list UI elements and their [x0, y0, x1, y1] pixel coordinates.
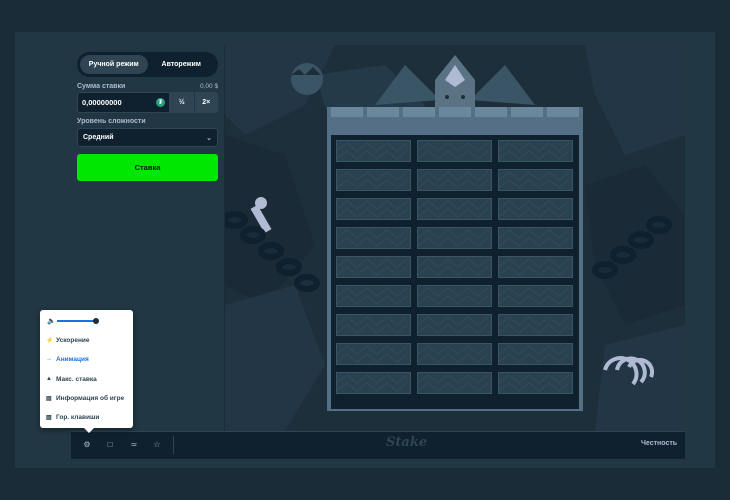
bet-amount-input[interactable]: 0,00000000 ₮ — [77, 92, 170, 113]
mode-toggle: Ручной режим Автоpежим — [77, 52, 218, 77]
tether-coin-icon: ₮ — [156, 98, 165, 107]
tower-tile[interactable] — [336, 198, 411, 220]
tower-tile[interactable] — [417, 256, 492, 278]
tower-tile[interactable] — [498, 198, 573, 220]
difficulty-select[interactable]: Средний ⌄ — [77, 128, 218, 147]
theatre-icon[interactable]: □ — [105, 439, 115, 449]
tower-tile[interactable] — [336, 372, 411, 394]
place-bet-button[interactable]: Ставка — [77, 154, 218, 181]
tower-tile[interactable] — [417, 372, 492, 394]
keyboard-icon: ▧ — [46, 414, 52, 421]
menu-item-hotkeys[interactable]: ▧ Гор. клавиши — [46, 411, 131, 423]
bet-amount-row: 0,00000000 ₮ ½ 2× — [77, 92, 218, 113]
gear-icon[interactable]: ⚙ — [82, 439, 92, 449]
bet-amount-label: Сумма ставки — [77, 83, 126, 90]
difficulty-value: Средний — [83, 134, 114, 141]
menu-item-label: Гор. клавиши — [56, 413, 100, 421]
footer-bar — [71, 431, 685, 459]
half-bet-button[interactable]: ½ — [170, 92, 194, 113]
settings-menu: 🔈 ⚡ Ускорение → Анимация ▲ Макс. ставка … — [40, 310, 133, 433]
tower-tile[interactable] — [417, 140, 492, 162]
tower-tile[interactable] — [498, 372, 573, 394]
tower-tile[interactable] — [498, 314, 573, 336]
menu-item-label: Ускорение — [56, 336, 90, 344]
menu-item-label: Информация об игре — [56, 394, 125, 402]
fairness-link[interactable]: Честность — [641, 440, 677, 447]
stake-logo: Stake — [386, 435, 428, 450]
tower-tile[interactable] — [498, 169, 573, 191]
book-icon: ▤ — [46, 395, 52, 402]
lightning-icon: ⚡ — [46, 337, 54, 344]
tower-tile[interactable] — [417, 198, 492, 220]
tower-tile[interactable] — [336, 343, 411, 365]
tower-tile[interactable] — [417, 227, 492, 249]
stats-icon[interactable]: ≃ — [129, 439, 139, 449]
chevron-down-icon: ⌄ — [206, 134, 212, 142]
tower-tile[interactable] — [417, 285, 492, 307]
volume-slider[interactable]: 🔈 — [47, 317, 127, 325]
manual-mode-tab[interactable]: Ручной режим — [80, 55, 148, 74]
tower-tile[interactable] — [417, 169, 492, 191]
bet-usd-value: 0,00 $ — [200, 83, 219, 90]
menu-item-game-info[interactable]: ▤ Информация об игре — [46, 392, 131, 404]
footer-divider — [173, 436, 174, 454]
tower-tile[interactable] — [498, 343, 573, 365]
bet-amount-value: 0,00000000 — [82, 98, 122, 107]
tower-tile[interactable] — [336, 227, 411, 249]
double-bet-button[interactable]: 2× — [193, 92, 219, 113]
menu-item-label: Анимация — [56, 355, 89, 363]
tower-tile[interactable] — [498, 285, 573, 307]
tower-tile[interactable] — [336, 314, 411, 336]
auto-mode-tab[interactable]: Автоpежим — [148, 55, 216, 74]
tower-tile[interactable] — [336, 169, 411, 191]
flame-icon: ▲ — [46, 376, 52, 382]
arrow-icon: → — [46, 356, 52, 362]
menu-item-animation[interactable]: → Анимация — [46, 353, 131, 365]
tower-tile[interactable] — [417, 314, 492, 336]
volume-knob[interactable] — [93, 318, 99, 324]
tower-tile[interactable] — [336, 285, 411, 307]
menu-item-turbo[interactable]: ⚡ Ускорение — [46, 334, 131, 346]
tower-tile[interactable] — [336, 140, 411, 162]
tower-tile[interactable] — [498, 227, 573, 249]
tower-tile[interactable] — [498, 256, 573, 278]
star-icon[interactable]: ☆ — [152, 439, 162, 449]
difficulty-label: Уровень сложности — [77, 118, 146, 125]
speaker-icon: 🔈 — [47, 318, 56, 325]
menu-item-label: Макс. ставка — [56, 375, 97, 383]
volume-track — [57, 320, 95, 322]
tower-tile[interactable] — [336, 256, 411, 278]
menu-item-max-bet[interactable]: ▲ Макс. ставка — [46, 373, 131, 385]
tower-tile[interactable] — [498, 140, 573, 162]
tower-tile[interactable] — [417, 343, 492, 365]
